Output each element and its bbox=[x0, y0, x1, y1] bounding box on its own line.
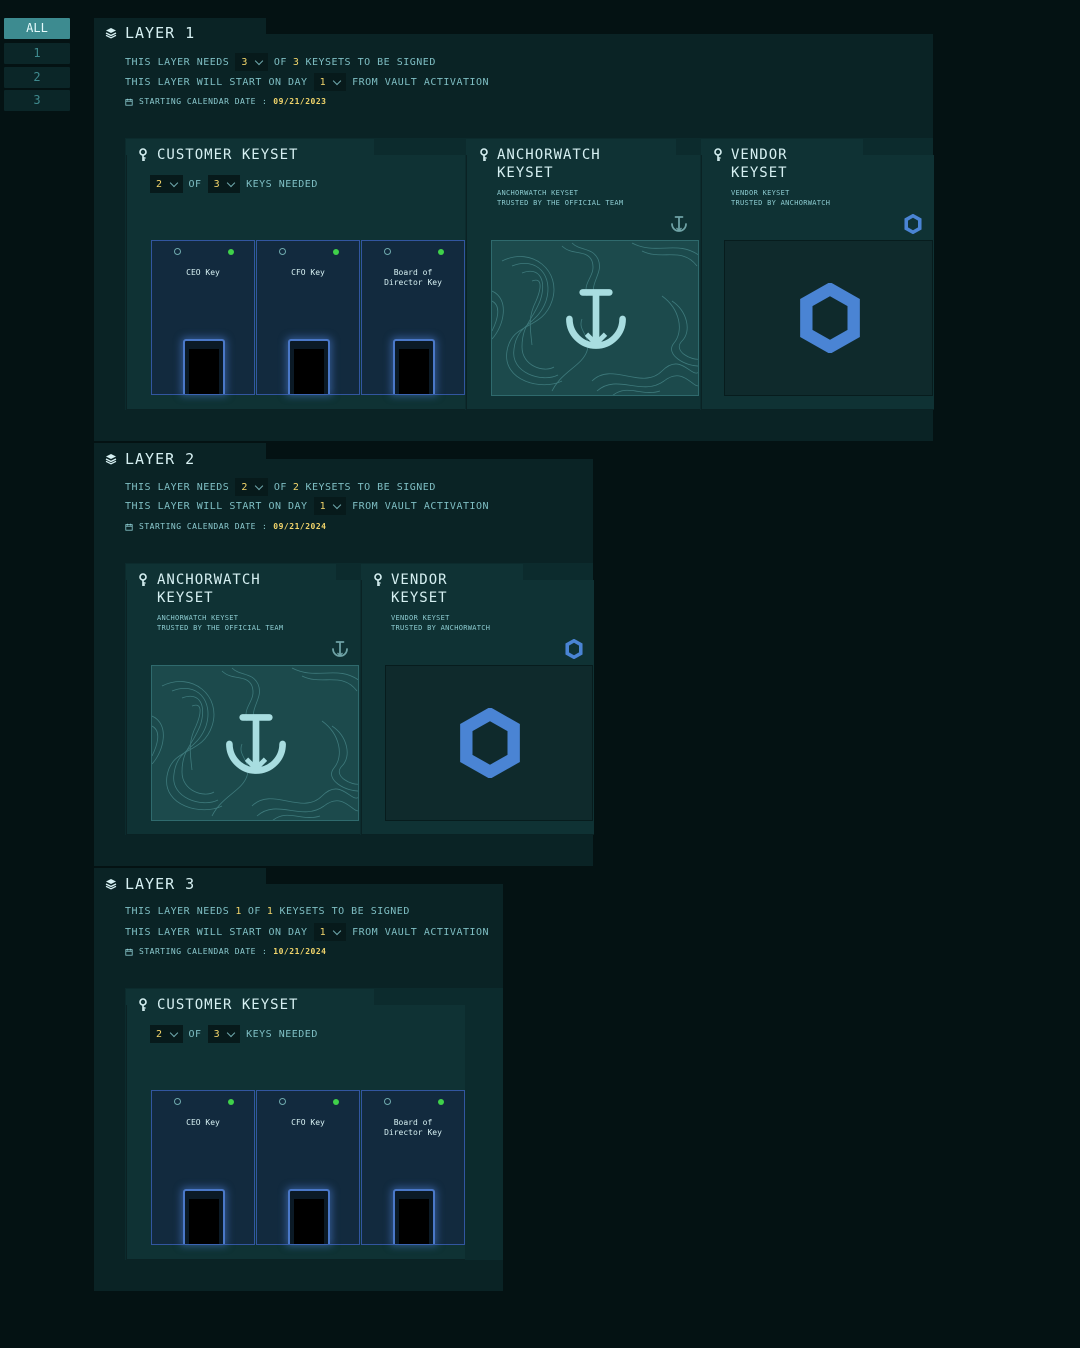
layers-icon bbox=[105, 453, 117, 465]
filter-tab-1[interactable]: 1 bbox=[4, 43, 70, 64]
hardware-device-icon bbox=[288, 339, 330, 394]
key-card-board[interactable]: Board of Director Key bbox=[361, 240, 465, 395]
key-icon bbox=[479, 148, 489, 162]
status-dot bbox=[228, 249, 234, 255]
customer-keyset-title: CUSTOMER KEYSET bbox=[157, 997, 299, 1013]
key-card-ceo[interactable]: CEO Key bbox=[151, 240, 255, 395]
hardware-device-icon bbox=[393, 1189, 435, 1244]
filter-tab-3[interactable]: 3 bbox=[4, 90, 70, 111]
customer-keys-needed: 2 OF 3 KEYS NEEDED bbox=[150, 175, 318, 193]
hexagon-icon bbox=[904, 214, 922, 234]
layer-1-calendar: STARTING CALENDAR DATE : 09/21/2023 bbox=[125, 97, 326, 106]
chevron-down-icon bbox=[169, 178, 178, 187]
chevron-down-icon bbox=[332, 76, 342, 85]
layer-3-needs-line: THIS LAYER NEEDS 1 OF 1 KEYSETS TO BE SI… bbox=[125, 906, 410, 917]
key-icon bbox=[373, 573, 383, 587]
anchorwatch-keyset-title: ANCHORWATCH KEYSET bbox=[157, 572, 261, 606]
hexagon-icon bbox=[799, 283, 861, 353]
chevron-down-icon bbox=[169, 1028, 178, 1037]
chevron-down-icon bbox=[226, 1028, 236, 1037]
calendar-icon bbox=[125, 523, 133, 531]
layer-3-title: LAYER 3 bbox=[105, 875, 195, 893]
calendar-icon bbox=[125, 98, 133, 106]
chevron-down-icon bbox=[332, 926, 342, 935]
key-card-cfo[interactable]: CFO Key bbox=[256, 240, 360, 395]
chevron-down-icon bbox=[254, 56, 264, 65]
customer-total-select[interactable]: 3 bbox=[207, 175, 241, 193]
hardware-device-icon bbox=[183, 339, 225, 394]
key-icon bbox=[713, 148, 723, 162]
anchorwatch-keyset-title: ANCHORWATCH KEYSET bbox=[497, 147, 601, 181]
layer-2-calendar: STARTING CALENDAR DATE : 09/21/2024 bbox=[125, 522, 326, 531]
layer-1-title: LAYER 1 bbox=[105, 24, 195, 42]
status-dot bbox=[228, 1099, 234, 1105]
vendor-keyset-subtitle: VENDOR KEYSET TRUSTED BY ANCHORWATCH bbox=[391, 614, 491, 632]
info-icon[interactable] bbox=[174, 248, 181, 255]
info-icon[interactable] bbox=[279, 1098, 286, 1105]
info-icon[interactable] bbox=[384, 1098, 391, 1105]
info-icon[interactable] bbox=[384, 248, 391, 255]
status-dot bbox=[438, 249, 444, 255]
vendor-art bbox=[724, 240, 933, 396]
hardware-device-icon bbox=[393, 339, 435, 394]
anchorwatch-keyset-subtitle: ANCHORWATCH KEYSET TRUSTED BY THE OFFICIA… bbox=[157, 614, 284, 632]
customer-keys-needed: 2 OF 3 KEYS NEEDED bbox=[150, 1025, 318, 1043]
anchorwatch-art bbox=[491, 240, 699, 396]
anchorwatch-art bbox=[151, 665, 359, 821]
layer-3-start-line: THIS LAYER WILL START ON DAY 1 FROM VAUL… bbox=[125, 923, 489, 941]
vendor-keyset-subtitle: VENDOR KEYSET TRUSTED BY ANCHORWATCH bbox=[731, 189, 831, 207]
info-icon[interactable] bbox=[174, 1098, 181, 1105]
layer-1-needs-select[interactable]: 3 bbox=[235, 53, 268, 71]
vendor-keyset-title: VENDOR KEYSET bbox=[731, 147, 788, 181]
status-dot bbox=[438, 1099, 444, 1105]
filter-tab-2[interactable]: 2 bbox=[4, 67, 70, 88]
layer-2-needs-select[interactable]: 2 bbox=[235, 478, 268, 496]
status-dot bbox=[333, 249, 339, 255]
status-dot bbox=[333, 1099, 339, 1105]
anchorwatch-keyset-subtitle: ANCHORWATCH KEYSET TRUSTED BY THE OFFICIA… bbox=[497, 189, 624, 207]
chevron-down-icon bbox=[226, 178, 236, 187]
anchor-icon bbox=[669, 214, 689, 234]
hardware-device-icon bbox=[183, 1189, 225, 1244]
chevron-down-icon bbox=[254, 481, 264, 490]
anchor-icon bbox=[558, 281, 634, 357]
vendor-art bbox=[385, 665, 593, 821]
chevron-down-icon bbox=[332, 500, 342, 509]
anchor-icon bbox=[218, 706, 294, 782]
layer-1-needs-line: THIS LAYER NEEDS 3 OF 3 KEYSETS TO BE SI… bbox=[125, 53, 436, 71]
info-icon[interactable] bbox=[279, 248, 286, 255]
hexagon-icon bbox=[459, 708, 521, 778]
layers-icon bbox=[105, 878, 117, 890]
layer-3-calendar: STARTING CALENDAR DATE : 10/21/2024 bbox=[125, 947, 326, 956]
customer-total-select[interactable]: 3 bbox=[207, 1025, 241, 1043]
layer-2-start-day-select[interactable]: 1 bbox=[313, 497, 347, 515]
key-icon bbox=[138, 998, 148, 1012]
key-card-board[interactable]: Board of Director Key bbox=[361, 1090, 465, 1245]
calendar-icon bbox=[125, 948, 133, 956]
key-card-cfo[interactable]: CFO Key bbox=[256, 1090, 360, 1245]
layer-2-start-line: THIS LAYER WILL START ON DAY 1 FROM VAUL… bbox=[125, 497, 489, 515]
customer-keyset-title: CUSTOMER KEYSET bbox=[157, 147, 299, 163]
layers-icon bbox=[105, 27, 117, 39]
layer-1-start-day-select[interactable]: 1 bbox=[313, 73, 347, 91]
key-icon bbox=[138, 573, 148, 587]
key-icon bbox=[138, 148, 148, 162]
vendor-keyset-title: VENDOR KEYSET bbox=[391, 572, 448, 606]
key-card-ceo[interactable]: CEO Key bbox=[151, 1090, 255, 1245]
layer-3-start-day-select[interactable]: 1 bbox=[313, 923, 347, 941]
filter-tab-all[interactable]: ALL bbox=[4, 18, 70, 39]
anchor-icon bbox=[330, 639, 350, 659]
layer-1-start-line: THIS LAYER WILL START ON DAY 1 FROM VAUL… bbox=[125, 73, 489, 91]
layer-2-title: LAYER 2 bbox=[105, 450, 195, 468]
hexagon-icon bbox=[565, 639, 583, 659]
customer-needed-select[interactable]: 2 bbox=[150, 1025, 183, 1043]
hardware-device-icon bbox=[288, 1189, 330, 1244]
layer-2-needs-line: THIS LAYER NEEDS 2 OF 2 KEYSETS TO BE SI… bbox=[125, 478, 436, 496]
customer-needed-select[interactable]: 2 bbox=[150, 175, 183, 193]
